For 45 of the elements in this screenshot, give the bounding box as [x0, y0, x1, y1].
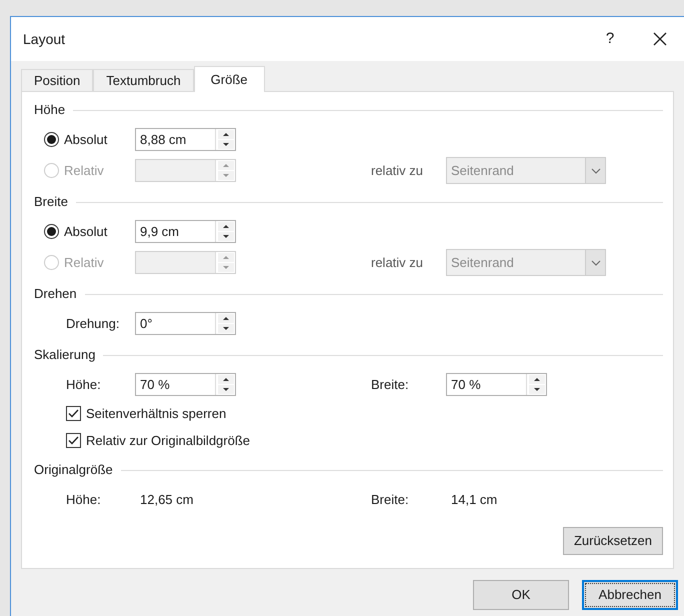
radio-button[interactable]: [44, 224, 59, 239]
spin-arrows-icon[interactable]: [216, 374, 236, 395]
radio-label: Relativ: [64, 254, 104, 272]
checkbox[interactable]: [66, 433, 81, 448]
spin-arrows-icon[interactable]: [216, 221, 236, 242]
spin-field[interactable]: 9,9 cm: [135, 220, 236, 243]
spin-arrows-icon[interactable]: [216, 129, 236, 150]
field-label: relativ zu: [371, 254, 424, 272]
value-text: 14,1 cm: [450, 490, 498, 509]
radio-label: Absolut: [64, 130, 108, 149]
radio-button[interactable]: [44, 132, 59, 147]
checkbox-label: Seitenverhältnis sperren: [86, 404, 226, 423]
field-label: Höhe:: [65, 490, 102, 509]
help-button[interactable]: ?: [590, 24, 630, 54]
section-heading: Drehen: [34, 285, 77, 304]
dialog-button[interactable]: Abbrechen: [582, 580, 678, 610]
reset-button[interactable]: Zurücksetzen: [562, 527, 663, 555]
spin-field[interactable]: 8,88 cm: [135, 128, 236, 151]
section-heading: Breite: [34, 193, 68, 212]
spin-field[interactable]: 70 %: [446, 373, 547, 396]
window-title: Layout: [23, 30, 66, 49]
section-heading: Skalierung: [34, 346, 96, 364]
value-text: 12,65 cm: [139, 490, 194, 509]
spin-arrows-icon[interactable]: [216, 313, 236, 334]
spin-field[interactable]: 0°: [135, 312, 236, 335]
field-label: Breite:: [371, 376, 410, 394]
checkbox-label: Relativ zur Originalbildgröße: [86, 432, 250, 450]
dialog-button[interactable]: OK: [473, 580, 569, 610]
field-label: Breite:: [371, 490, 410, 509]
spin-arrows-icon[interactable]: [527, 374, 547, 395]
close-icon[interactable]: [653, 32, 667, 46]
section-heading: Originalgröße: [34, 461, 113, 480]
checkbox[interactable]: [66, 406, 81, 421]
field-label: relativ zu: [371, 162, 424, 180]
field-label: Drehung:: [65, 314, 120, 333]
radio-label: Relativ: [64, 162, 104, 180]
section-heading: Höhe: [34, 101, 66, 120]
tab[interactable]: Position: [21, 69, 94, 91]
tab[interactable]: Größe: [194, 66, 265, 92]
chevron-down-icon: [590, 168, 600, 174]
chevron-down-icon: [590, 260, 600, 266]
spin-field[interactable]: 70 %: [135, 373, 236, 396]
radio-label: Absolut: [64, 222, 108, 241]
field-label: Höhe:: [65, 376, 102, 394]
tab[interactable]: Textumbruch: [93, 69, 194, 91]
